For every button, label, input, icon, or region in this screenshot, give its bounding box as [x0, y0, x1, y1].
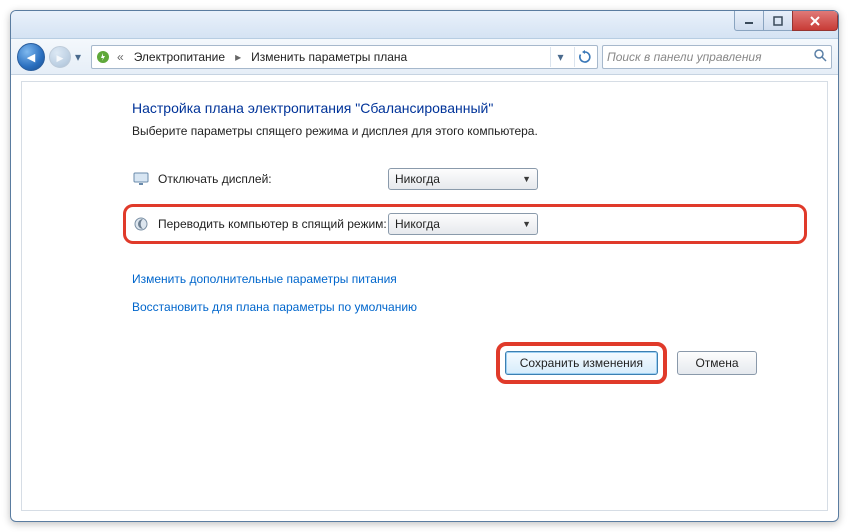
- display-off-dropdown[interactable]: Никогда ▼: [388, 168, 538, 190]
- refresh-button[interactable]: [574, 47, 594, 67]
- control-panel-window: ▾ « Электропитание ▸ Изменить параметры …: [10, 10, 839, 522]
- display-off-value: Никогда: [395, 172, 440, 186]
- forward-button[interactable]: [49, 46, 71, 68]
- navigation-bar: ▾ « Электропитание ▸ Изменить параметры …: [11, 39, 838, 75]
- breadcrumb-root: «: [115, 50, 126, 64]
- moon-icon: [132, 215, 150, 233]
- sleep-label: Переводить компьютер в спящий режим:: [158, 217, 388, 231]
- page-title: Настройка плана электропитания "Сбаланси…: [132, 100, 807, 116]
- save-button[interactable]: Сохранить изменения: [505, 351, 658, 375]
- titlebar: [11, 11, 838, 39]
- search-icon: [813, 48, 827, 65]
- chevron-down-icon: ▼: [522, 219, 531, 229]
- address-dropdown-button[interactable]: ▾: [550, 47, 570, 67]
- page-subtitle: Выберите параметры спящего режима и дисп…: [132, 124, 807, 138]
- restore-defaults-link[interactable]: Восстановить для плана параметры по умол…: [132, 300, 807, 314]
- maximize-button[interactable]: [763, 11, 793, 31]
- breadcrumb-item[interactable]: Электропитание: [130, 50, 229, 64]
- back-button[interactable]: [17, 43, 45, 71]
- search-placeholder: Поиск в панели управления: [607, 50, 813, 64]
- breadcrumb-item[interactable]: Изменить параметры плана: [247, 50, 411, 64]
- setting-row-sleep: Переводить компьютер в спящий режим: Ник…: [123, 204, 807, 244]
- content-pane: Настройка плана электропитания "Сбаланси…: [21, 81, 828, 511]
- recent-dropdown[interactable]: ▾: [75, 50, 87, 64]
- power-plan-icon: [95, 49, 111, 65]
- arrow-left-icon: [27, 50, 35, 64]
- display-off-label: Отключать дисплей:: [158, 172, 388, 186]
- chevron-down-icon: ▼: [522, 174, 531, 184]
- minimize-button[interactable]: [734, 11, 764, 31]
- address-bar[interactable]: « Электропитание ▸ Изменить параметры пл…: [91, 45, 598, 69]
- breadcrumb-separator-icon: ▸: [233, 50, 243, 64]
- search-input[interactable]: Поиск в панели управления: [602, 45, 832, 69]
- close-button[interactable]: [792, 11, 838, 31]
- arrow-right-icon: [57, 50, 64, 64]
- sleep-dropdown[interactable]: Никогда ▼: [388, 213, 538, 235]
- sleep-value: Никогда: [395, 217, 440, 231]
- links-section: Изменить дополнительные параметры питани…: [132, 272, 807, 314]
- cancel-button[interactable]: Отмена: [677, 351, 757, 375]
- setting-row-display: Отключать дисплей: Никогда ▼: [132, 168, 807, 190]
- window-controls: [735, 11, 838, 31]
- button-row: Сохранить изменения Отмена: [132, 342, 807, 384]
- monitor-icon: [132, 170, 150, 188]
- advanced-settings-link[interactable]: Изменить дополнительные параметры питани…: [132, 272, 807, 286]
- save-highlight: Сохранить изменения: [496, 342, 667, 384]
